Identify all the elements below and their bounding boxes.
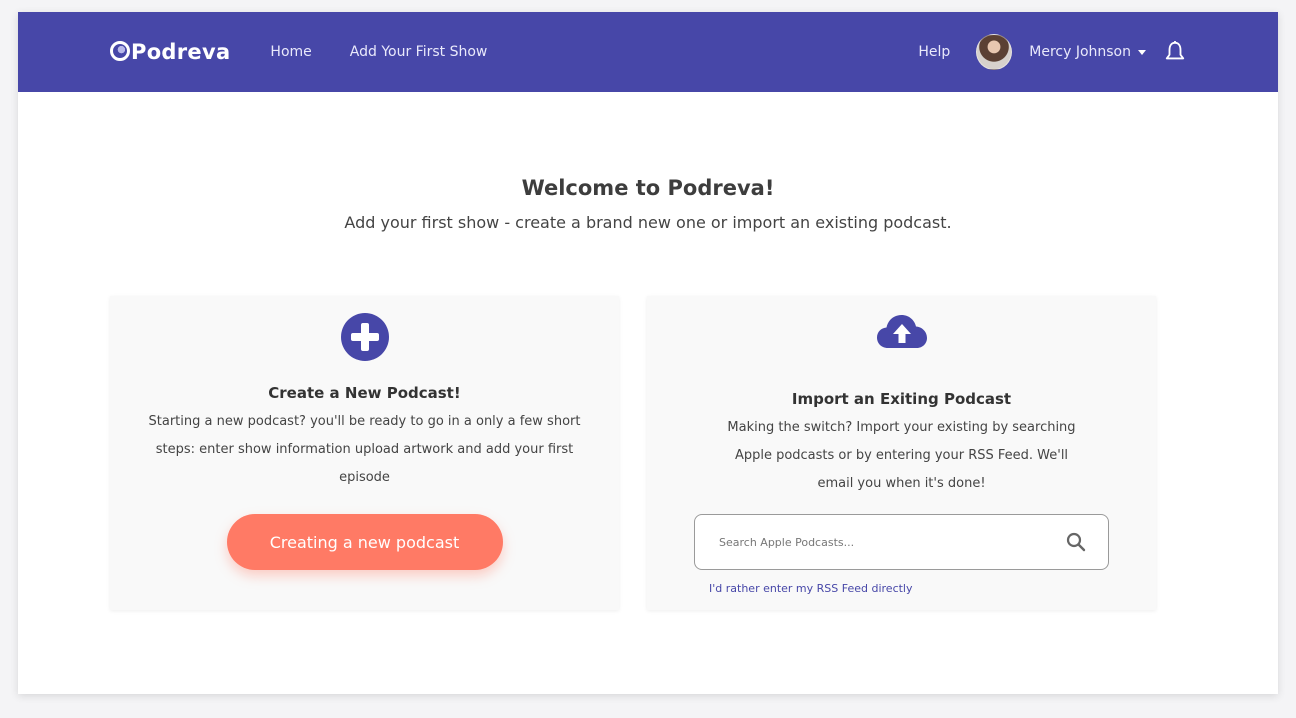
nav-add-first-show-link[interactable]: Add Your First Show	[350, 44, 488, 60]
create-card-title: Create a New Podcast!	[268, 384, 461, 402]
top-navbar: Podreva Home Add Your First Show Help Me…	[18, 12, 1278, 92]
app-window: Podreva Home Add Your First Show Help Me…	[18, 12, 1278, 694]
import-card-description: Making the switch? Import your existing …	[727, 420, 1076, 491]
nav-home-link[interactable]: Home	[270, 44, 311, 60]
brand-name: Podreva	[131, 40, 231, 64]
enter-rss-feed-link[interactable]: I'd rather enter my RSS Feed directly	[709, 582, 1156, 595]
plus-circle-icon	[340, 313, 389, 361]
page-title: Welcome to Podreva!	[521, 176, 775, 200]
create-new-podcast-button[interactable]: Creating a new podcast	[226, 514, 503, 570]
brand-logo[interactable]: Podreva	[110, 40, 230, 64]
search-icon[interactable]	[1066, 532, 1086, 552]
option-cards: Create a New Podcast! Starting a new pod…	[110, 296, 1156, 610]
nav-right-group: Help Mercy Johnson	[918, 34, 1186, 70]
search-apple-podcasts-input[interactable]	[719, 535, 1066, 549]
podreva-logo-icon	[110, 41, 130, 61]
create-podcast-card: Create a New Podcast! Starting a new pod…	[110, 296, 619, 610]
user-menu[interactable]: Mercy Johnson	[1029, 44, 1146, 60]
user-avatar[interactable]	[976, 34, 1013, 70]
create-card-description: Starting a new podcast? you'll be ready …	[148, 414, 581, 485]
chevron-down-icon	[1138, 49, 1146, 55]
apple-podcast-search	[694, 514, 1109, 570]
welcome-section: Welcome to Podreva! Add your first show …	[18, 176, 1278, 232]
import-card-title: Import an Exiting Podcast	[791, 390, 1012, 408]
import-podcast-card: Import an Exiting Podcast Making the swi…	[647, 296, 1156, 610]
user-name: Mercy Johnson	[1029, 44, 1131, 60]
help-link[interactable]: Help	[918, 44, 950, 60]
page-subtitle: Add your first show - create a brand new…	[344, 213, 952, 232]
cloud-upload-icon	[876, 315, 927, 348]
bell-icon[interactable]	[1164, 40, 1186, 64]
